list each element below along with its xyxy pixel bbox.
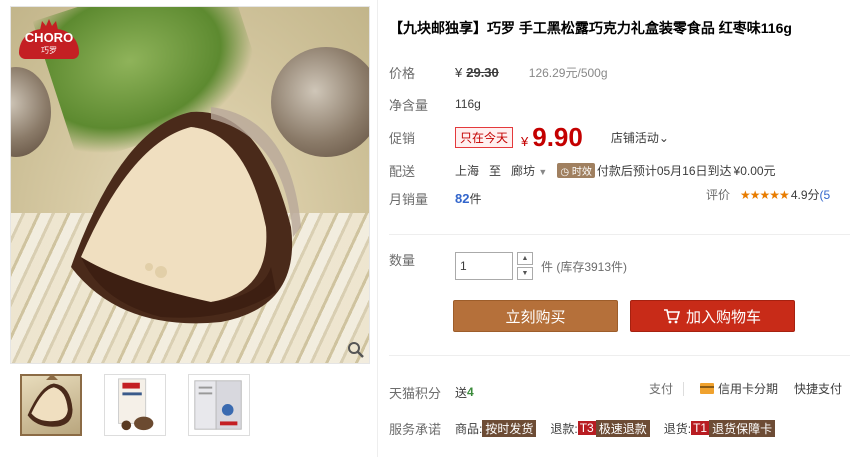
promo-price: ¥ 9.90 <box>521 122 583 153</box>
timeliness-label: 时效 <box>571 166 592 178</box>
quantity-row: 数量 1 ▲ ▼ 件 (库存3913件) <box>389 250 627 282</box>
service-code: T3 <box>577 421 596 435</box>
thumbnail-box-image <box>194 380 242 430</box>
divider <box>389 234 850 235</box>
buy-now-button[interactable]: 立刻购买 <box>453 300 618 332</box>
logo-text: CHORO <box>24 30 74 45</box>
background-truffle <box>11 67 51 157</box>
add-to-cart-button[interactable]: 加入购物车 <box>630 300 795 332</box>
rating-count-link: (5 <box>819 188 831 202</box>
quick-pay[interactable]: 快捷支付 <box>794 380 842 397</box>
column-divider <box>377 0 378 457</box>
points-row: 天猫积分 送4 <box>389 380 474 404</box>
credit-card-label: 信用卡分期 <box>718 382 779 396</box>
ship-to-city: 廊坊 <box>511 163 536 178</box>
thumbnail-bag-image <box>118 378 154 431</box>
payment-label: 支付 <box>649 382 674 396</box>
thumbnail-list <box>10 374 370 436</box>
service-tag: 按时发货 <box>482 419 537 437</box>
stock-info: 件 (库存3913件) <box>541 259 628 274</box>
shipping-label: 配送 <box>389 163 416 179</box>
eta-text: 付款后预计05月16日到达 <box>596 163 732 178</box>
rating-stars: ★★★★★ <box>740 187 790 202</box>
sales-row: 月销量 82 件 <box>389 186 481 210</box>
promo-row: 促销 只在今天 ¥ 9.90 店铺活动⌄ <box>389 122 669 152</box>
original-price-value: 29.30 <box>466 64 499 80</box>
quantity-label: 数量 <box>389 253 416 268</box>
zoom-icon[interactable] <box>347 341 365 359</box>
sales-unit: 件 <box>469 191 482 206</box>
truffle-image <box>71 107 301 324</box>
shop-activity-label: 店铺活动 <box>610 130 659 145</box>
chevron-down-icon: ⌄ <box>658 130 669 145</box>
services-label: 服务承诺 <box>389 421 442 437</box>
rating-label: 评价 <box>706 188 731 202</box>
credit-card-icon <box>700 383 715 394</box>
quantity-stepper: ▲ ▼ <box>517 252 533 280</box>
thumbnail-2[interactable] <box>104 374 166 436</box>
weight-label: 净含量 <box>389 97 429 113</box>
weight-value: 116g <box>455 97 481 111</box>
main-product-image[interactable]: CHORO 巧罗 <box>10 6 370 364</box>
buy-now-label: 立刻购买 <box>505 308 566 326</box>
payment-row: 支付 信用卡分期 快捷支付 <box>649 380 842 397</box>
clock-icon: ◷ <box>560 166 570 178</box>
ship-to-word: 至 <box>489 163 502 178</box>
product-gallery: CHORO 巧罗 <box>10 6 370 436</box>
price-row: 价格 ¥29.30 126.29元/500g <box>389 60 608 84</box>
shipping-row: 配送 上海 至 廊坊 ▼ ◷ 时效 付款后预计05月16日到达 ¥0.00元 <box>389 158 776 182</box>
service-tag: 退货保障卡 <box>709 419 776 437</box>
quantity-input[interactable]: 1 <box>455 252 513 280</box>
service-tag: 极速退款 <box>595 419 650 437</box>
unit-price: 126.29元/500g <box>528 65 608 80</box>
price-currency: ¥ <box>455 64 463 80</box>
rating: 评价 ★★★★★ 4.9分(5 <box>706 186 830 203</box>
services-row: 服务承诺 商品: 按时发货 退款: T3 极速退款 退货: T1 退货保障卡 <box>389 416 789 440</box>
service-prefix: 商品: <box>455 421 483 436</box>
service-item-return[interactable]: 退货: T1 退货保障卡 <box>663 419 776 437</box>
cart-icon <box>663 308 680 323</box>
price-label: 价格 <box>389 65 416 81</box>
service-prefix: 退货: <box>663 421 692 436</box>
thumbnail-3[interactable] <box>188 374 250 436</box>
timeliness-badge: ◷ 时效 <box>557 162 595 178</box>
payment-separator <box>683 381 685 396</box>
points-prefix: 送 <box>455 385 468 400</box>
quantity-down-button[interactable]: ▼ <box>517 267 533 280</box>
delivery-eta: ◷ 时效 付款后预计05月16日到达 ¥0.00元 <box>557 162 776 179</box>
promo-label: 促销 <box>389 130 416 146</box>
promo-currency: ¥ <box>521 133 529 149</box>
quantity-up-button[interactable]: ▲ <box>517 252 533 265</box>
promo-price-value: 9.90 <box>532 121 583 152</box>
shipping-fee: ¥0.00元 <box>733 163 776 178</box>
sales-label: 月销量 <box>389 191 429 207</box>
ship-to-city-select[interactable]: 廊坊 ▼ <box>511 162 547 179</box>
quantity-value: 1 <box>460 259 467 273</box>
service-code: T1 <box>691 421 710 435</box>
thumbnail-1[interactable] <box>20 374 82 436</box>
points-label: 天猫积分 <box>389 385 442 401</box>
add-to-cart-label: 加入购物车 <box>685 308 761 326</box>
service-item-refund[interactable]: 退款: T3 极速退款 <box>550 419 650 437</box>
rating-score-value: 4.9分 <box>790 188 820 202</box>
weight-row: 净含量 116g <box>389 92 481 116</box>
service-item-delivery[interactable]: 商品: 按时发货 <box>455 419 537 437</box>
choro-logo: CHORO 巧罗 <box>19 19 79 59</box>
shop-activity-dropdown[interactable]: 店铺活动⌄ <box>611 129 669 146</box>
product-title: 【九块邮独享】巧罗 手工黑松露巧克力礼盒装零食品 红枣味116g <box>389 20 792 36</box>
thumbnail-truffle-image <box>27 383 73 427</box>
ship-from: 上海 <box>455 163 480 178</box>
original-price: ¥29.30 <box>455 65 499 80</box>
logo-subtext: 巧罗 <box>41 46 57 55</box>
credit-card-installment[interactable]: 信用卡分期 <box>700 380 778 397</box>
points-value: 4 <box>467 385 474 399</box>
divider <box>389 355 850 356</box>
rating-score[interactable]: 4.9分(5 <box>791 186 830 203</box>
service-prefix: 退款: <box>550 421 578 436</box>
caret-down-icon: ▼ <box>538 166 548 177</box>
promo-tag: 只在今天 <box>455 126 514 148</box>
product-page: CHORO 巧罗 【九块邮独享】巧罗 手工黑松露巧克力礼盒装零食品 红枣味116… <box>0 0 850 457</box>
shipping-info: 上海 至 廊坊 ▼ ◷ 时效 付款后预计05月16日到达 ¥0.00元 <box>455 162 776 179</box>
sales-count: 82 <box>455 190 470 206</box>
